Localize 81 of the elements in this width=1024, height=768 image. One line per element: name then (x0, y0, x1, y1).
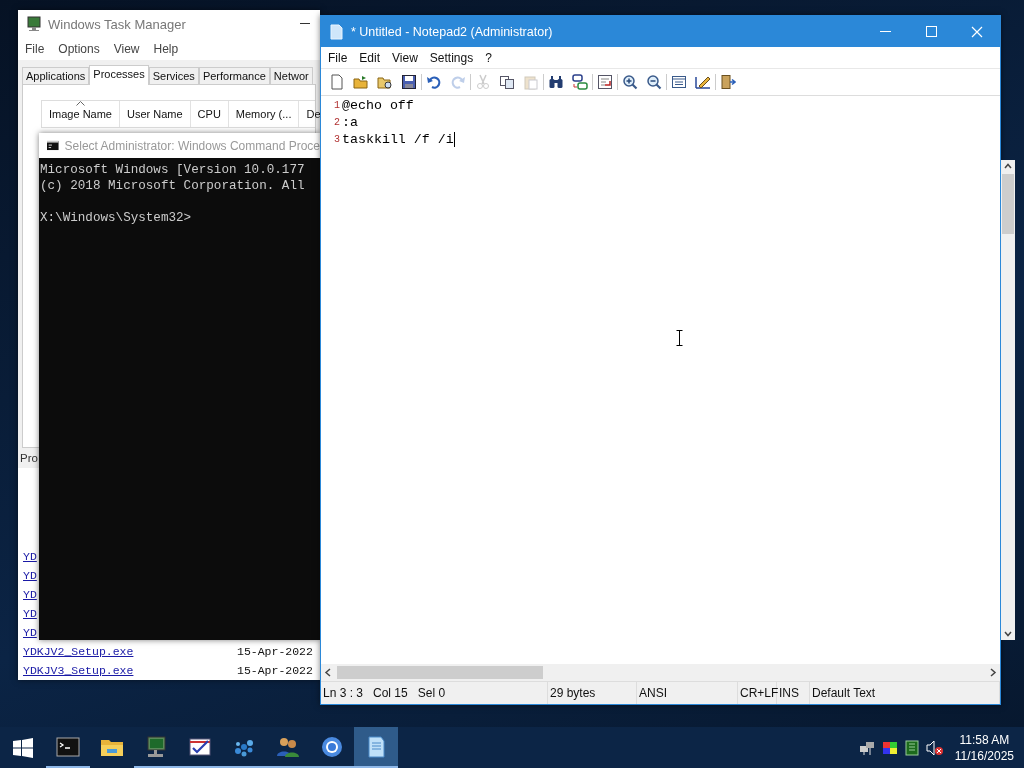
notepad-icon (329, 23, 343, 40)
menu-item[interactable]: Settings (423, 50, 480, 65)
view-icon[interactable] (671, 74, 687, 90)
chip-icon[interactable] (904, 739, 919, 756)
column-header[interactable]: CPU (190, 101, 229, 128)
minimize-icon (300, 23, 310, 25)
menu-item[interactable]: File (18, 41, 52, 56)
console-prompt: X:\Windows\System32> (40, 210, 193, 226)
browse-icon[interactable] (377, 74, 393, 90)
windows-logo-icon (13, 737, 33, 758)
status-field: ANSI (637, 682, 738, 704)
code-line: taskkill /f /i (341, 132, 454, 147)
console-icon (47, 140, 59, 151)
copy-icon[interactable] (499, 74, 515, 90)
clock-date: 11/16/2025 (954, 747, 1014, 764)
tab[interactable]: Services (148, 67, 199, 85)
horizontal-scrollbar[interactable] (321, 664, 1000, 681)
menu-item[interactable]: View (386, 50, 424, 65)
undo-icon[interactable] (426, 74, 442, 90)
exit-icon[interactable] (720, 74, 736, 90)
window-title: Windows Task Manager (48, 16, 186, 32)
tab[interactable]: Processes (89, 65, 149, 86)
find-icon[interactable] (548, 74, 564, 90)
open-icon[interactable] (353, 74, 369, 90)
file-link[interactable]: YD (23, 588, 37, 601)
console-line: Microsoft Windows [Version 10.0.177 (40, 162, 306, 178)
scrollbar-thumb[interactable] (1002, 174, 1014, 234)
status-field: 29 bytes (548, 682, 637, 704)
line-number: 1 (333, 100, 340, 111)
zoom-in-icon[interactable] (622, 74, 638, 90)
monitor-icon (144, 734, 168, 759)
status-field: Ln 3 : 3 Col 15 Sel 0 (321, 682, 548, 704)
menu-item[interactable]: View (106, 41, 147, 56)
status-text: Pro (20, 452, 38, 465)
column-header[interactable]: Memory (... (228, 101, 300, 128)
menu-item[interactable]: ? (479, 50, 498, 65)
clock-time: 11:58 AM (959, 731, 1010, 748)
monitor-icon (26, 16, 42, 32)
file-link[interactable]: YD (23, 607, 37, 620)
file-link[interactable]: YD (23, 550, 37, 563)
sort-caret-icon (76, 101, 86, 107)
window-title: * Untitled - Notepad2 (Administrator) (351, 24, 553, 39)
tab[interactable]: Performance (198, 67, 270, 85)
code-line: :a (341, 115, 358, 130)
tab[interactable]: Applications (22, 67, 90, 85)
browser-icon (320, 734, 344, 759)
color-palette-icon[interactable] (881, 739, 898, 756)
status-field: CR+LF (738, 682, 777, 704)
vertical-scrollbar[interactable] (1001, 160, 1015, 640)
menu-item[interactable]: Help (146, 41, 186, 56)
file-link[interactable]: YD (23, 569, 37, 582)
status-field: Default Text (810, 682, 1000, 704)
line-number: 3 (333, 134, 340, 145)
clock[interactable]: 11:58 AM 11/16/2025 (950, 731, 1018, 764)
menu-item[interactable]: File (322, 50, 354, 65)
file-link[interactable]: YD (23, 626, 37, 639)
text-cursor-icon (676, 330, 683, 346)
status-field: INS (777, 682, 810, 704)
file-date: 15-Apr-2022 (237, 645, 313, 658)
scrollbar-thumb[interactable] (337, 666, 543, 679)
network-icon[interactable] (858, 739, 875, 756)
console-line: (c) 2018 Microsoft Corporation. All (40, 178, 306, 194)
new-icon[interactable] (329, 74, 345, 90)
window-title: Select Administrator: Windows Command Proce (64, 138, 320, 153)
tab[interactable]: Networ (269, 67, 313, 85)
save-icon[interactable] (401, 74, 417, 90)
menu-item[interactable]: Options (51, 41, 107, 56)
maximize-icon (925, 26, 937, 37)
volume-muted-icon[interactable] (925, 739, 944, 756)
line-number: 2 (333, 117, 340, 128)
close-icon (971, 25, 983, 38)
terminal-icon (56, 734, 80, 759)
column-header[interactable]: User Name (120, 101, 191, 128)
zoom-out-icon[interactable] (646, 74, 662, 90)
minimize-icon (879, 31, 891, 32)
code-line: @echo off (341, 98, 414, 113)
file-link[interactable]: YDKJV3_Setup.exe (23, 664, 134, 677)
file-link[interactable]: YDKJV2_Setup.exe (23, 645, 134, 658)
menu-item[interactable]: Edit (353, 50, 387, 65)
file-date: 15-Apr-2022 (237, 664, 313, 677)
column-header[interactable]: Image Name (42, 101, 120, 128)
